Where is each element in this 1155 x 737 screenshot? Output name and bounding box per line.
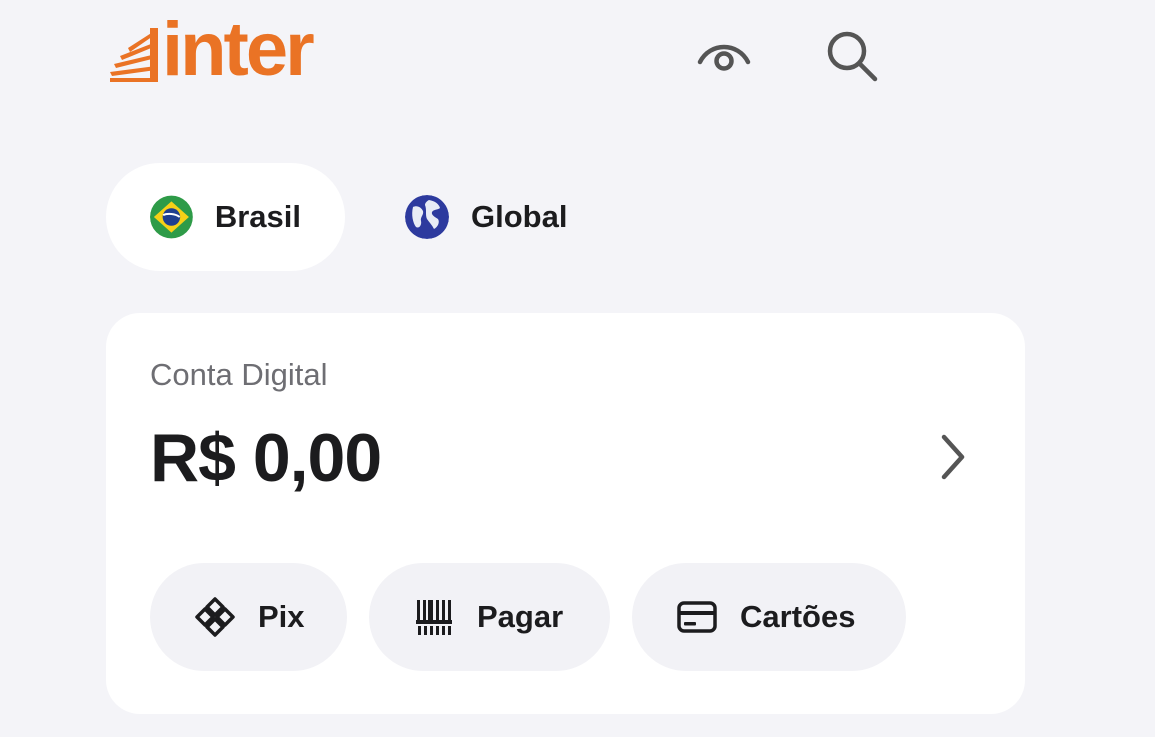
account-details-button[interactable] [933, 431, 973, 483]
search-icon [827, 31, 878, 82]
pix-button[interactable]: Pix [150, 563, 347, 671]
search-button[interactable] [820, 24, 884, 88]
logo-text: inter [162, 7, 315, 92]
tab-global[interactable]: Global [363, 163, 611, 271]
account-title: Conta Digital [150, 357, 328, 392]
tab-brasil-label: Brasil [214, 199, 301, 234]
quick-actions: Pix Pagar Cartões [150, 563, 906, 671]
sunburst-logo-icon [110, 28, 158, 82]
cartoes-label: Cartões [740, 599, 856, 634]
inter-logo: inter [106, 7, 315, 92]
pagar-label: Pagar [477, 599, 564, 634]
brazil-flag-icon [150, 195, 193, 239]
tab-brasil[interactable]: Brasil [106, 163, 345, 271]
pix-icon [194, 596, 236, 638]
cartoes-button[interactable]: Cartões [632, 563, 906, 671]
eye-icon [697, 44, 751, 71]
region-tabs: Brasil Global [106, 163, 611, 271]
pix-label: Pix [258, 599, 305, 634]
pagar-button[interactable]: Pagar [369, 563, 610, 671]
tab-global-label: Global [471, 199, 568, 234]
account-balance: R$ 0,00 [150, 420, 382, 496]
barcode-icon [413, 596, 455, 638]
card-icon [676, 596, 718, 638]
account-card[interactable]: Conta Digital R$ 0,00 Pix Pagar Cartões [106, 313, 1025, 714]
eye-button[interactable] [692, 24, 756, 88]
globe-icon [405, 195, 449, 239]
app-header: inter [0, 0, 1155, 120]
chevron-right-icon [941, 434, 965, 480]
